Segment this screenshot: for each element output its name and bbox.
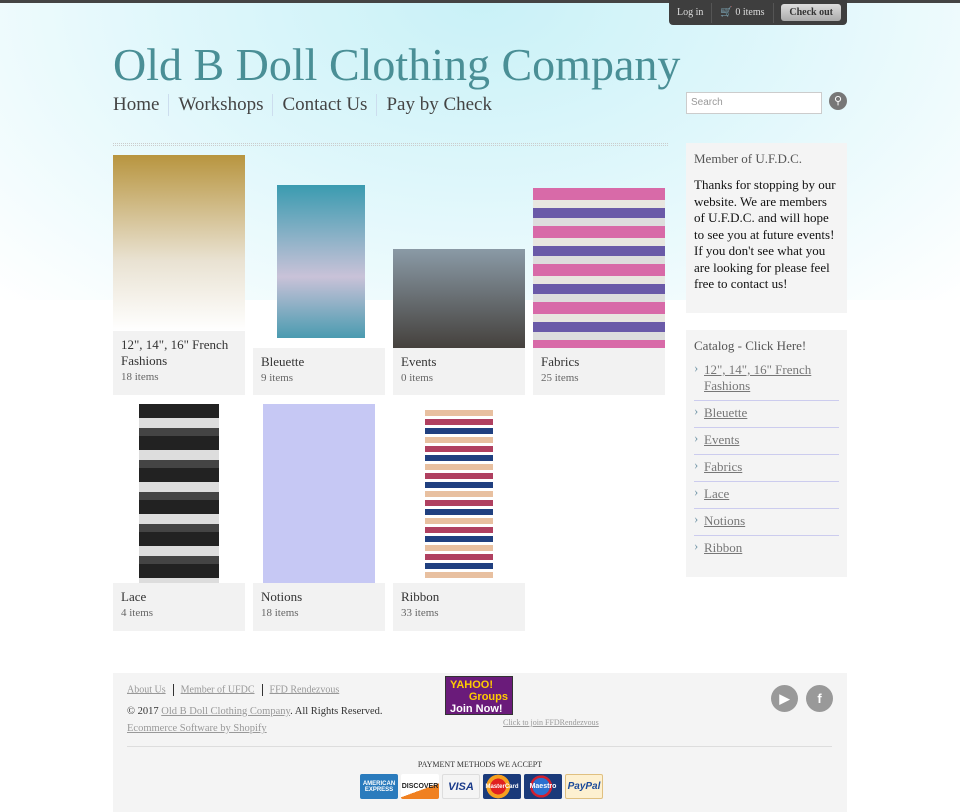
product-name[interactable]: 12", 14", 16" French Fashions [121, 337, 237, 369]
cart-icon: 🛒 [720, 7, 733, 18]
member-box: Member of U.F.D.C. Thanks for stopping b… [686, 143, 847, 313]
product-image[interactable] [113, 155, 245, 331]
catalog-link[interactable]: Ribbon [694, 536, 839, 562]
ffd-rendezvous-link[interactable]: FFD Rendezvous [270, 684, 340, 695]
main-nav: Home Workshops Contact Us Pay by Check [113, 94, 501, 116]
yahoo-line: Join Now! [450, 703, 503, 715]
nav-home[interactable]: Home [113, 94, 168, 116]
payment-methods: AMERICAN EXPRESS DISCOVER VISA MasterCar… [360, 774, 603, 799]
footer-links: About Us Member of UFDC FFD Rendezvous [127, 684, 339, 696]
product-count: 25 items [541, 372, 579, 384]
footer: About Us Member of UFDC FFD Rendezvous © 2… [113, 673, 847, 812]
catalog-title: Catalog - Click Here! [694, 338, 807, 353]
youtube-icon[interactable]: ▶ [771, 685, 798, 712]
product-image[interactable] [533, 188, 665, 348]
catalog-link[interactable]: Lace [694, 482, 839, 509]
company-link[interactable]: Old B Doll Clothing Company [161, 706, 290, 717]
product-image[interactable] [263, 404, 375, 583]
divider [261, 684, 263, 696]
login-link[interactable]: Log in [669, 7, 711, 18]
checkout-button[interactable]: Check out [781, 4, 841, 21]
mastercard-icon: MasterCard [483, 774, 521, 799]
amex-icon: AMERICAN EXPRESS [360, 774, 398, 799]
divider [113, 143, 668, 146]
product-count: 9 items [261, 372, 294, 384]
product-name[interactable]: Ribbon [401, 589, 517, 605]
cart-link[interactable]: 🛒 0 items [712, 7, 772, 18]
product-count: 4 items [121, 607, 154, 619]
cart-count: 0 items [735, 7, 765, 18]
product-count: 18 items [121, 371, 159, 383]
copyright-prefix: © 2017 [127, 706, 162, 717]
product-image[interactable] [425, 410, 493, 578]
nav-workshops[interactable]: Workshops [168, 94, 272, 116]
yahoo-groups-badge[interactable]: YAHOO! Groups Join Now! [445, 676, 513, 715]
divider [127, 746, 832, 747]
copyright-suffix: . All Rights Reserved. [290, 706, 383, 717]
discover-icon: DISCOVER [401, 774, 439, 799]
payment-title: PAYMENT METHODS WE ACCEPT [417, 760, 543, 769]
product-image[interactable] [139, 404, 219, 583]
member-text: Thanks for stopping by our website. We a… [694, 177, 836, 291]
top-bar: Log in 🛒 0 items Check out [669, 0, 847, 25]
catalog-link[interactable]: Events [694, 428, 839, 455]
product-count: 0 items [401, 372, 434, 384]
catalog-link[interactable]: 12", 14", 16" French Fashions [694, 358, 839, 401]
catalog-box: Catalog - Click Here! 12", 14", 16" Fren… [686, 330, 847, 577]
nav-pay-by-check[interactable]: Pay by Check [376, 94, 501, 116]
product-image[interactable] [393, 249, 525, 348]
catalog-link[interactable]: Notions [694, 509, 839, 536]
member-title: Member of U.F.D.C. [694, 151, 803, 166]
nav-contact-us[interactable]: Contact Us [272, 94, 376, 116]
yahoo-line: YAHOO! [450, 679, 493, 691]
about-us-link[interactable]: About Us [127, 684, 166, 695]
product-name[interactable]: Lace [121, 589, 237, 605]
product-name[interactable]: Events [401, 354, 517, 370]
catalog-link[interactable]: Fabrics [694, 455, 839, 482]
catalog-link[interactable]: Bleuette [694, 401, 839, 428]
product-name[interactable]: Notions [261, 589, 377, 605]
visa-icon: VISA [442, 774, 480, 799]
yahoo-line: Groups [468, 691, 508, 703]
yahoo-join-link[interactable]: Click to join FFDRendezvous [503, 718, 599, 727]
maestro-icon: Maestro [524, 774, 562, 799]
search-icon[interactable]: ⚲ [829, 92, 847, 110]
facebook-icon[interactable]: f [806, 685, 833, 712]
product-name[interactable]: Fabrics [541, 354, 657, 370]
member-ufdc-link[interactable]: Member of UFDC [181, 684, 255, 695]
paypal-icon: PayPal [565, 774, 603, 799]
product-count: 33 items [401, 607, 439, 619]
shopify-link[interactable]: Ecommerce Software by Shopify [127, 723, 267, 734]
site-title[interactable]: Old B Doll Clothing Company [113, 38, 680, 91]
divider [172, 684, 174, 696]
divider [772, 2, 774, 23]
product-image[interactable] [277, 185, 365, 338]
product-name[interactable]: Bleuette [261, 354, 377, 370]
copyright: © 2017 Old B Doll Clothing Company. All … [127, 706, 383, 717]
search-input[interactable]: Search [686, 92, 822, 114]
product-count: 18 items [261, 607, 299, 619]
